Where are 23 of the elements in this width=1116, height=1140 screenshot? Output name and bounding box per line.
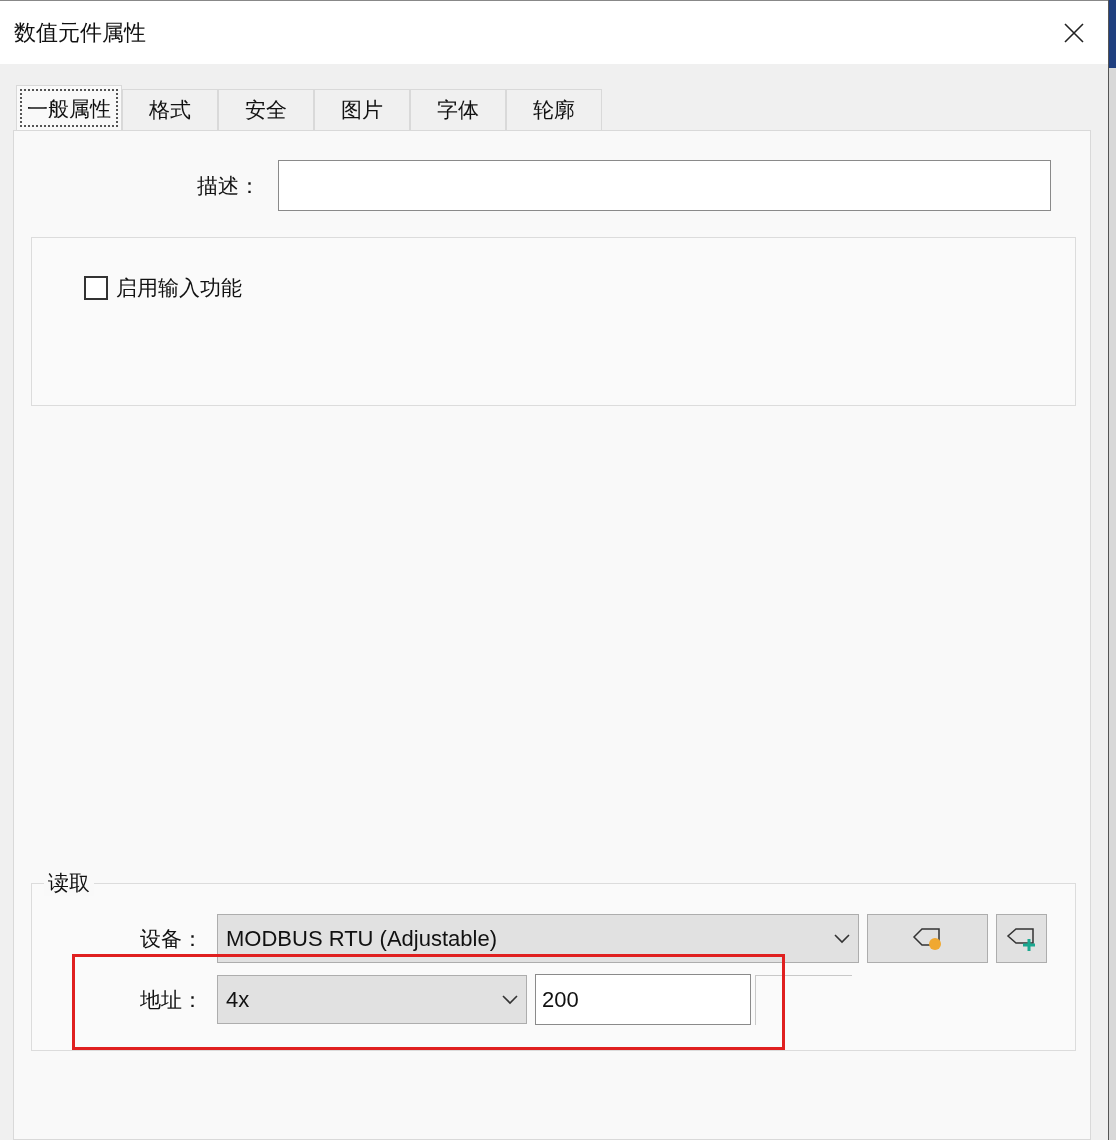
device-dropdown[interactable]: MODBUS RTU (Adjustable) — [217, 914, 859, 963]
tag-icon — [911, 925, 944, 952]
close-icon[interactable] — [1064, 22, 1084, 43]
chevron-down-icon — [834, 933, 850, 944]
checkbox-label: 启用输入功能 — [116, 275, 242, 301]
tab[interactable]: 字体 — [410, 89, 506, 130]
group-title: 读取 — [44, 870, 94, 896]
address-label: 地址： — [140, 986, 204, 1013]
tab[interactable]: 图片 — [314, 89, 410, 130]
address-field[interactable]: 200 — [535, 974, 751, 1025]
window-title: 数值元件属性 — [14, 19, 146, 47]
checkbox[interactable] — [84, 275, 108, 300]
add-tag-button[interactable] — [996, 914, 1047, 963]
device-label: 设备： — [140, 925, 204, 952]
chevron-down-icon — [502, 994, 518, 1005]
description-label: 描述： — [197, 172, 261, 199]
tab[interactable]: 格式 — [122, 89, 218, 130]
add-tag-icon — [1005, 925, 1038, 952]
tab[interactable]: 轮廓 — [506, 89, 602, 130]
address-type-dropdown[interactable]: 4x — [217, 975, 527, 1024]
tab[interactable]: 安全 — [218, 89, 314, 130]
tab[interactable]: 一般属性 — [16, 85, 122, 131]
description-field[interactable] — [278, 160, 1051, 211]
